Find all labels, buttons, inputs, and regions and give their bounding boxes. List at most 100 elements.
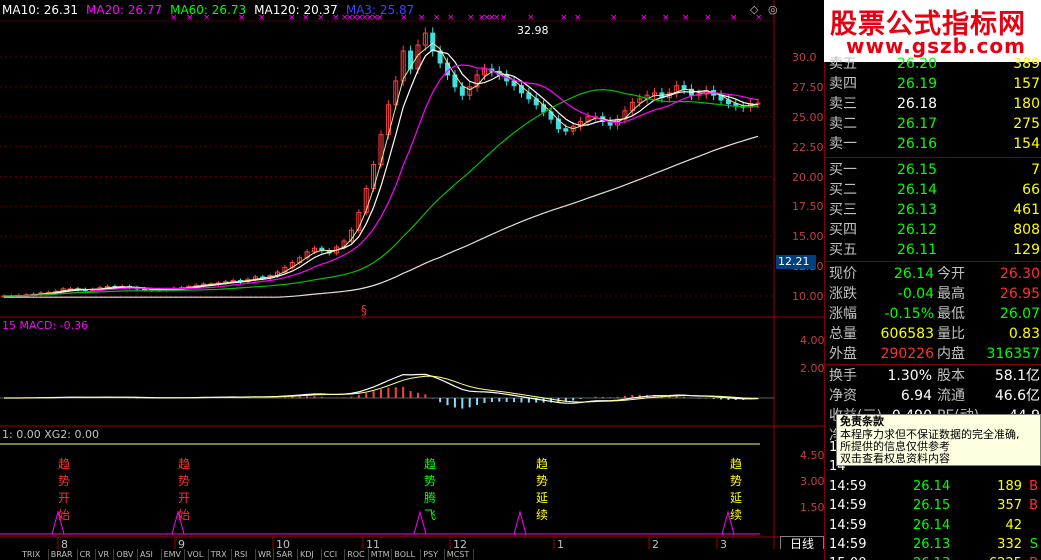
indicator-tab[interactable]: VOL [185,549,209,560]
macd-tick: 2.00 [800,362,825,375]
signal-char: 趋 [536,457,549,471]
tick-price: 26.14 [913,478,951,494]
event-marker[interactable]: § [361,303,367,317]
candle-body[interactable] [459,86,465,96]
level-price: 26.11 [897,242,938,258]
candle-body[interactable] [681,85,687,90]
peak-price-label: 32.98 [517,24,549,37]
indicator-tab[interactable]: SAR [274,549,298,560]
level-label: 卖二 [829,116,857,132]
signal-x-mark: × [662,13,670,23]
stat-value: 26.14 [893,266,934,282]
fund-value: 1.30% [887,368,932,384]
level-volume: 7 [1031,162,1040,178]
level-volume: 461 [1013,202,1040,218]
ask-row: 卖五 26.20 389 [825,54,1041,74]
signal-char: 势 [424,474,437,488]
chart-area[interactable]: × × × × × × × × × × × × × × × × × × × × × × × × × × × × × × × × × × × × × § … [0,0,825,560]
fund-label: 换手 [829,368,857,384]
indicator-tab[interactable]: TRX [209,549,233,560]
indicator-tab[interactable]: KDJ [298,549,322,560]
ask-row: 卖三 26.18 180 [825,94,1041,114]
stat-row: 外盘 290226 内盘 316357 [825,344,1041,364]
signal-x-mark: × [500,13,508,23]
indicator-tab[interactable]: MCST [445,549,474,560]
level-volume: 389 [1013,56,1040,72]
ask-row: 卖一 26.16 154 [825,134,1041,154]
maximize-icon[interactable]: ◎ [768,3,778,16]
level-price: 26.12 [897,222,938,238]
indicator-tab[interactable]: ROC [345,549,369,560]
signal-char: 始 [178,508,191,522]
tick-volume: 189 [997,478,1022,494]
tick-row: 14:59 26.14 42 [825,516,1041,536]
tooltip-title: 免责条款 [840,415,884,428]
signal-char: 趋 [424,457,437,471]
stat-value: 290226 [880,346,934,362]
level-volume: 808 [1013,222,1040,238]
fund-value: 6.94 [900,388,932,404]
indicator-tab[interactable]: EMV [162,549,186,560]
period-daily-button[interactable]: 日线 [780,536,824,551]
tick-flag: B [1029,554,1038,560]
price-tick: 10.00 [792,290,824,303]
signal-x-mark: × [574,13,582,23]
level-price: 26.20 [897,56,938,72]
stat-row: 现价 26.14 今开 26.30 [825,264,1041,284]
kline-chart-svg[interactable]: × × × × × × × × × ×××××××× × × × × × ×××× × × × × × × × × × × × § [0,0,824,560]
stat-value: 26.07 [999,306,1040,322]
indicator-tab[interactable]: OBV [114,549,138,560]
stat-label: 涨幅 [829,306,857,322]
window-controls[interactable]: ◇ ◎ [750,3,778,16]
price-tick: 15.00 [792,230,824,244]
xg-tick: 4.50 [800,449,825,462]
level-volume: 129 [1013,242,1040,258]
panel-separator [825,364,1041,365]
stat-value: 316357 [986,346,1040,362]
panel-separator [825,157,1041,158]
fund-value: 58.1亿 [994,368,1040,384]
tick-row: 15:00 26.13 6225 B [825,554,1041,560]
indicator-tab[interactable]: CR [78,549,96,560]
disclaimer-tooltip[interactable]: 免责条款 本程序力求但不保证数据的完全准确, 所提供的信息仅供参考 双击查看权息… [836,414,1041,466]
indicator-tab[interactable]: ASI [138,549,162,560]
level-label: 卖五 [829,56,857,72]
ma-legend-item: MA60: 26.73 [170,3,247,17]
tick-flag: S [1029,537,1038,552]
stat-value: 26.95 [999,286,1040,302]
candle-body[interactable] [563,128,569,132]
level-volume: 66 [1022,182,1040,198]
current-price-tag: 12.21 [776,255,816,269]
fundamental-row: 换手 1.30% 股本 58.1亿 [825,366,1041,386]
ma-legend-item: MA10: 26.31 [2,3,79,17]
indicator-tab[interactable]: TRIX [20,549,49,560]
macd-tick: 4.00 [800,334,825,347]
ma-legend: MA10: 26.31 MA20: 26.77 MA60: 26.73 MA120: … [2,4,422,17]
stat-label: 总量 [829,326,857,342]
level-price: 26.19 [897,76,938,92]
indicator-tab[interactable]: VR [96,549,115,560]
indicator-tab[interactable]: MTM [369,549,393,560]
signal-char: 势 [536,474,549,488]
signal-char: 势 [58,474,71,488]
indicator-tab[interactable]: RSI [232,549,256,560]
tick-row: 14:59 26.15 357 B [825,496,1041,516]
candle-body[interactable] [755,102,761,105]
signal-x-mark: × [682,13,690,23]
indicator-tab[interactable]: BOLL [392,549,422,560]
signal-char: 趋 [730,457,743,471]
stat-label: 量比 [937,326,965,342]
indicator-tab[interactable]: PSY [421,549,445,560]
signal-x-mark: × [433,13,441,23]
restore-icon[interactable]: ◇ [750,3,758,16]
signal-char: 延 [536,491,549,505]
indicator-tab[interactable]: BRAR [49,549,78,560]
signal-char: 势 [178,474,191,488]
indicator-tab[interactable]: CCI [322,549,346,560]
indicator-tab[interactable]: WR [256,549,275,560]
quote-panel: 卖五 26.20 389 卖四 26.19 157 卖三 26.18 180 卖二 26.17 275… [824,56,1041,560]
level-volume: 275 [1013,116,1040,132]
tick-row: 14:59 26.14 189 B [825,477,1041,497]
candle-body[interactable] [430,32,436,52]
ma-legend-item: MA120: 20.37 [254,3,338,17]
